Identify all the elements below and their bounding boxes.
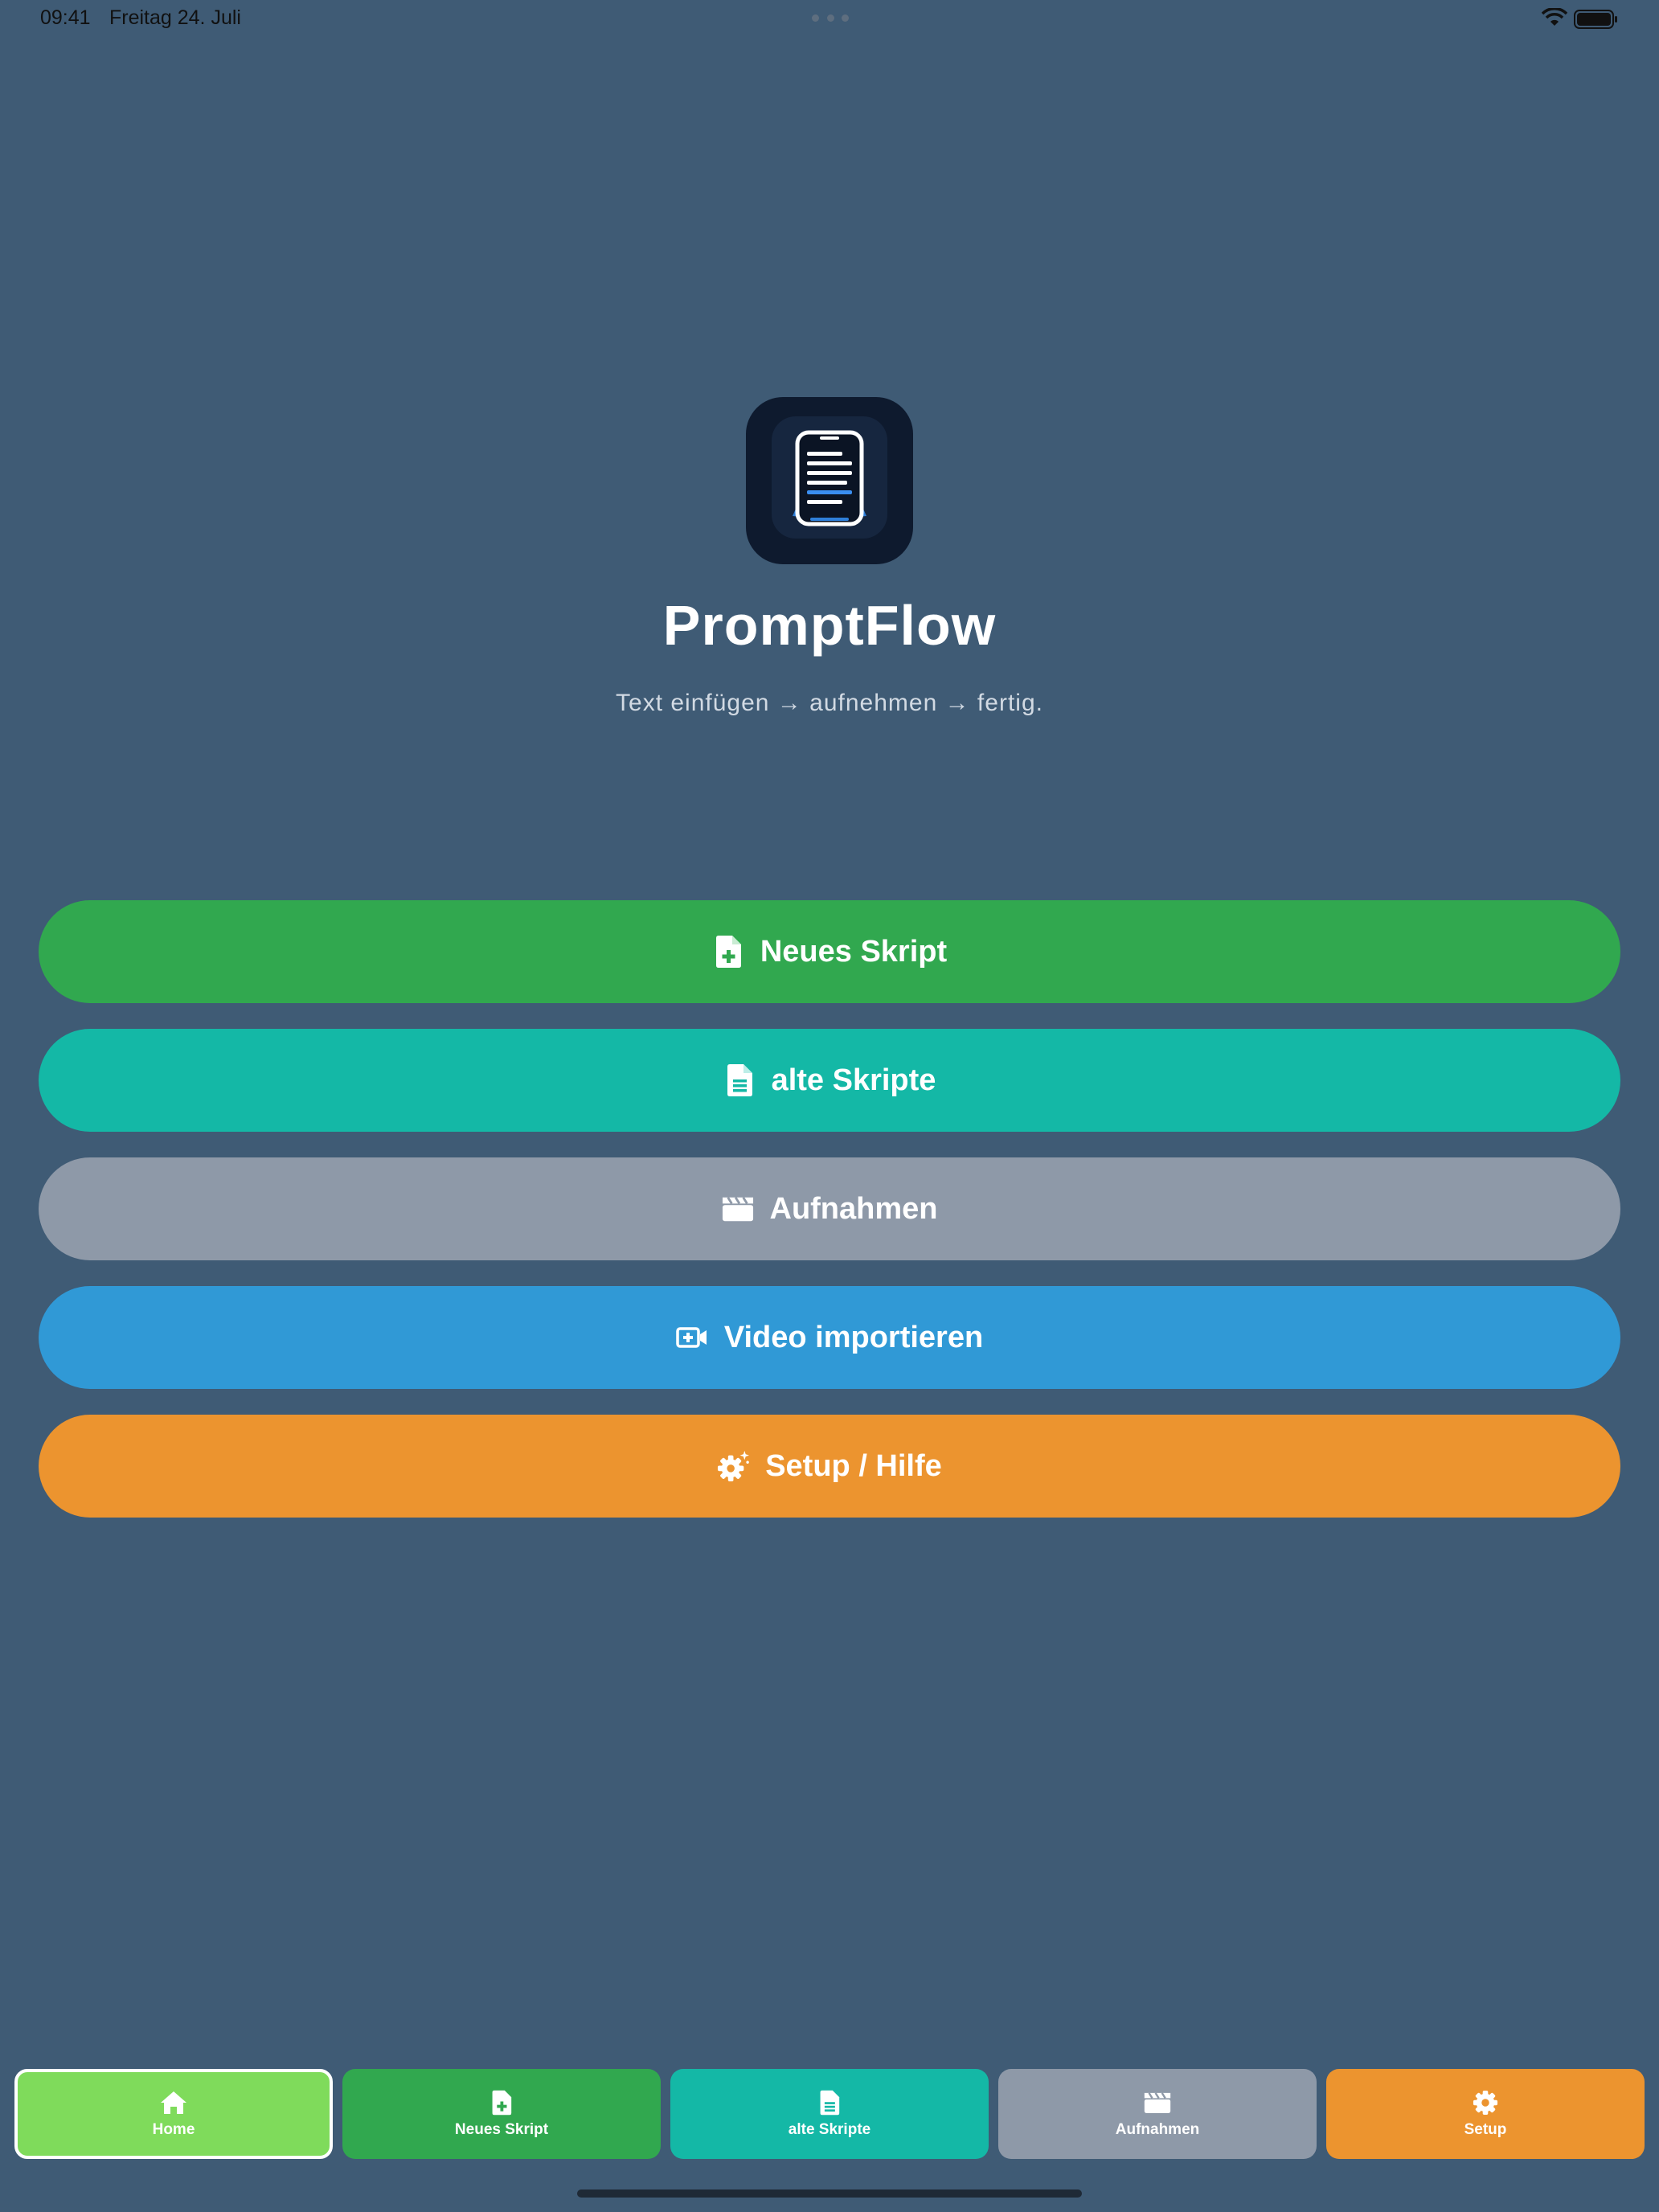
document-lines-icon [723,1064,756,1096]
new-script-label: Neues Skript [760,934,948,969]
home-indicator[interactable] [577,2189,1082,2198]
gear-icon [1472,2089,1499,2116]
document-plus-icon [488,2089,515,2116]
new-script-button[interactable]: Neues Skript [39,900,1620,1003]
status-date: Freitag 24. Juli [109,6,241,29]
document-lines-icon [816,2089,843,2116]
tab-setup-label: Setup [1464,2121,1507,2138]
app-tagline: Text einfügen → aufnehmen → fertig. [616,690,1043,716]
house-icon [160,2089,187,2116]
wifi-icon [1542,8,1567,26]
document-plus-icon [712,936,744,968]
recordings-label: Aufnahmen [769,1191,938,1226]
setup-help-button[interactable]: Setup / Hilfe [39,1415,1620,1518]
tab-setup[interactable]: Setup [1326,2069,1645,2159]
app-logo [746,397,913,564]
video-plus-icon [676,1321,708,1354]
gear-sparkle-icon [717,1450,750,1482]
tab-home[interactable]: Home [14,2069,333,2159]
tab-recordings[interactable]: Aufnahmen [998,2069,1317,2159]
clapperboard-icon [722,1193,754,1225]
tab-old-scripts-label: alte Skripte [788,2121,871,2138]
import-video-button[interactable]: Video importieren [39,1286,1620,1389]
tab-old-scripts[interactable]: alte Skripte [670,2069,989,2159]
setup-help-label: Setup / Hilfe [765,1448,942,1483]
old-scripts-label: alte Skripte [771,1063,936,1097]
old-scripts-button[interactable]: alte Skripte [39,1029,1620,1132]
status-bar: 09:41 Freitag 24. Juli [0,0,1659,39]
status-time: 09:41 [40,6,91,29]
tab-home-label: Home [152,2121,195,2138]
clapperboard-icon [1144,2089,1171,2116]
multitasking-dots-icon[interactable] [812,14,849,23]
battery-icon [1574,10,1617,29]
app-title: PromptFlow [662,594,997,657]
tab-new-script[interactable]: Neues Skript [342,2069,661,2159]
import-video-label: Video importieren [723,1320,984,1354]
tab-new-script-label: Neues Skript [454,2121,549,2138]
recordings-button[interactable]: Aufnahmen [39,1157,1620,1260]
tab-recordings-label: Aufnahmen [1115,2121,1200,2138]
